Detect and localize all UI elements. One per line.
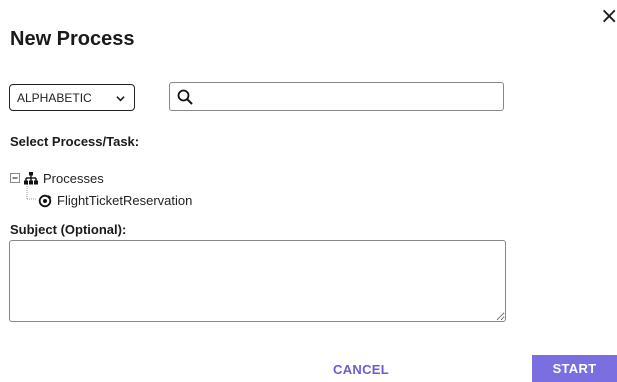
select-process-label: Select Process/Task:: [10, 134, 140, 149]
tree-node-processes[interactable]: Processes: [10, 171, 104, 186]
dialog-title: New Process: [10, 28, 135, 50]
tree-node-label[interactable]: FlightTicketReservation: [57, 193, 192, 208]
search-box[interactable]: [169, 82, 504, 111]
new-process-dialog: × New Process ALPHABETIC Select Process/…: [0, 0, 617, 382]
tree-node-flightticketreservation[interactable]: FlightTicketReservation: [38, 193, 192, 208]
start-button[interactable]: START: [532, 355, 617, 382]
collapse-minus-icon[interactable]: [10, 173, 21, 184]
subject-label: Subject (Optional):: [10, 222, 127, 237]
tree-node-label[interactable]: Processes: [43, 171, 104, 186]
sort-order-value: ALPHABETIC: [17, 90, 92, 105]
subject-textarea[interactable]: [9, 240, 506, 322]
search-input[interactable]: [198, 83, 503, 110]
cancel-button[interactable]: CANCEL: [322, 358, 400, 382]
process-cycle-icon: [38, 194, 52, 207]
chevron-down-icon: [116, 96, 125, 102]
search-icon: [177, 89, 193, 105]
process-tree: Processes FlightTicketReservation: [10, 166, 310, 216]
sitemap-icon: [24, 172, 38, 185]
close-button[interactable]: ×: [600, 6, 617, 28]
sort-order-select[interactable]: ALPHABETIC: [9, 84, 135, 111]
